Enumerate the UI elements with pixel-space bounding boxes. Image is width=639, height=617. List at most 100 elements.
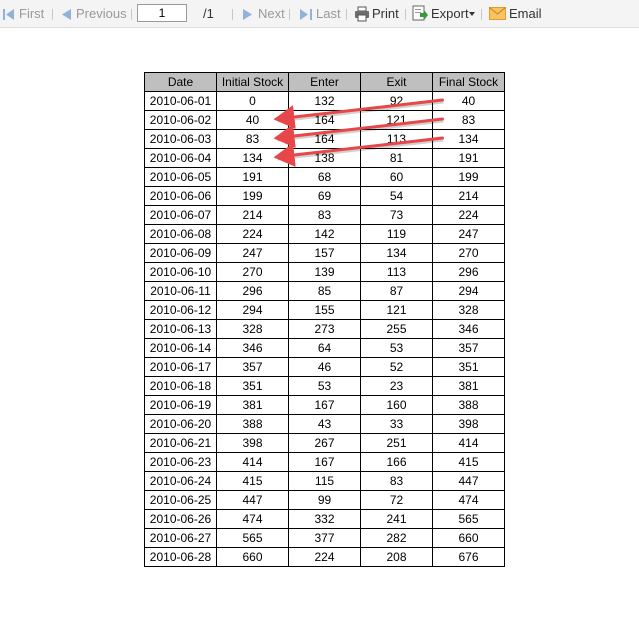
final-stock-cell: 388 — [432, 395, 505, 415]
final-stock-cell: 447 — [432, 471, 505, 491]
table-row: 2010-06-19 381 167 160 388 — [144, 395, 505, 415]
header-date: Date — [144, 72, 217, 92]
exit-cell: 134 — [360, 243, 433, 263]
initial-stock-cell: 294 — [216, 300, 289, 320]
date-cell: 2010-06-11 — [144, 281, 217, 301]
final-stock-cell: 676 — [432, 547, 505, 567]
table-row: 2010-06-18 351 53 23 381 — [144, 376, 505, 396]
enter-cell: 155 — [288, 300, 361, 320]
enter-cell: 167 — [288, 452, 361, 472]
table-row: 2010-06-08 224 142 119 247 — [144, 224, 505, 244]
final-stock-cell: 191 — [432, 148, 505, 168]
exit-cell: 251 — [360, 433, 433, 453]
date-cell: 2010-06-26 — [144, 509, 217, 529]
enter-cell: 85 — [288, 281, 361, 301]
table-header-row: Date Initial Stock Enter Exit Final Stoc… — [144, 72, 505, 92]
table-row: 2010-06-21 398 267 251 414 — [144, 433, 505, 453]
table-row: 2010-06-28 660 224 208 676 — [144, 547, 505, 567]
enter-cell: 115 — [288, 471, 361, 491]
date-cell: 2010-06-10 — [144, 262, 217, 282]
export-icon — [412, 5, 428, 21]
previous-button[interactable]: Previous — [76, 6, 127, 22]
table-row: 2010-06-10 270 139 113 296 — [144, 262, 505, 282]
last-button[interactable]: Last — [316, 6, 341, 22]
date-cell: 2010-06-27 — [144, 528, 217, 548]
date-cell: 2010-06-03 — [144, 129, 217, 149]
enter-cell: 377 — [288, 528, 361, 548]
initial-stock-cell: 247 — [216, 243, 289, 263]
initial-stock-cell: 565 — [216, 528, 289, 548]
exit-cell: 121 — [360, 300, 433, 320]
initial-stock-cell: 270 — [216, 262, 289, 282]
enter-cell: 164 — [288, 129, 361, 149]
final-stock-cell: 214 — [432, 186, 505, 206]
page-number-input[interactable] — [137, 4, 187, 22]
exit-cell: 113 — [360, 262, 433, 282]
dropdown-caret-icon[interactable] — [469, 12, 475, 16]
date-cell: 2010-06-13 — [144, 319, 217, 339]
enter-cell: 43 — [288, 414, 361, 434]
table-row: 2010-06-13 328 273 255 346 — [144, 319, 505, 339]
exit-cell: 113 — [360, 129, 433, 149]
date-cell: 2010-06-08 — [144, 224, 217, 244]
table-row: 2010-06-01 0 132 92 40 — [144, 91, 505, 111]
final-stock-cell: 414 — [432, 433, 505, 453]
email-button[interactable]: Email — [509, 6, 542, 22]
print-button[interactable]: Print — [372, 6, 399, 22]
next-button[interactable]: Next — [258, 6, 285, 22]
date-cell: 2010-06-23 — [144, 452, 217, 472]
final-stock-cell: 346 — [432, 319, 505, 339]
date-cell: 2010-06-07 — [144, 205, 217, 225]
initial-stock-cell: 83 — [216, 129, 289, 149]
first-button[interactable]: First — [19, 6, 44, 22]
table-row: 2010-06-26 474 332 241 565 — [144, 509, 505, 529]
date-cell: 2010-06-19 — [144, 395, 217, 415]
exit-cell: 23 — [360, 376, 433, 396]
date-cell: 2010-06-06 — [144, 186, 217, 206]
export-button[interactable]: Export — [431, 6, 469, 22]
enter-cell: 46 — [288, 357, 361, 377]
enter-cell: 332 — [288, 509, 361, 529]
table-row: 2010-06-17 357 46 52 351 — [144, 357, 505, 377]
envelope-icon — [489, 7, 506, 20]
final-stock-cell: 247 — [432, 224, 505, 244]
final-stock-cell: 199 — [432, 167, 505, 187]
enter-cell: 164 — [288, 110, 361, 130]
table-row: 2010-06-02 40 164 121 83 — [144, 110, 505, 130]
initial-stock-cell: 134 — [216, 148, 289, 168]
date-cell: 2010-06-09 — [144, 243, 217, 263]
table-row: 2010-06-06 199 69 54 214 — [144, 186, 505, 206]
table-row: 2010-06-09 247 157 134 270 — [144, 243, 505, 263]
table-row: 2010-06-14 346 64 53 357 — [144, 338, 505, 358]
final-stock-cell: 660 — [432, 528, 505, 548]
stock-report-table: Date Initial Stock Enter Exit Final Stoc… — [144, 72, 505, 567]
final-stock-cell: 40 — [432, 91, 505, 111]
final-stock-cell: 270 — [432, 243, 505, 263]
header-exit: Exit — [360, 72, 433, 92]
enter-cell: 167 — [288, 395, 361, 415]
initial-stock-cell: 199 — [216, 186, 289, 206]
initial-stock-cell: 346 — [216, 338, 289, 358]
initial-stock-cell: 414 — [216, 452, 289, 472]
initial-stock-cell: 0 — [216, 91, 289, 111]
initial-stock-cell: 447 — [216, 490, 289, 510]
exit-cell: 119 — [360, 224, 433, 244]
exit-cell: 255 — [360, 319, 433, 339]
initial-stock-cell: 328 — [216, 319, 289, 339]
date-cell: 2010-06-05 — [144, 167, 217, 187]
final-stock-cell: 83 — [432, 110, 505, 130]
header-initial-stock: Initial Stock — [216, 72, 289, 92]
initial-stock-cell: 415 — [216, 471, 289, 491]
exit-cell: 121 — [360, 110, 433, 130]
exit-cell: 52 — [360, 357, 433, 377]
next-icon — [243, 9, 252, 20]
final-stock-cell: 381 — [432, 376, 505, 396]
final-stock-cell: 224 — [432, 205, 505, 225]
previous-icon — [62, 9, 71, 20]
initial-stock-cell: 214 — [216, 205, 289, 225]
date-cell: 2010-06-14 — [144, 338, 217, 358]
date-cell: 2010-06-12 — [144, 300, 217, 320]
final-stock-cell: 294 — [432, 281, 505, 301]
exit-cell: 208 — [360, 547, 433, 567]
date-cell: 2010-06-04 — [144, 148, 217, 168]
